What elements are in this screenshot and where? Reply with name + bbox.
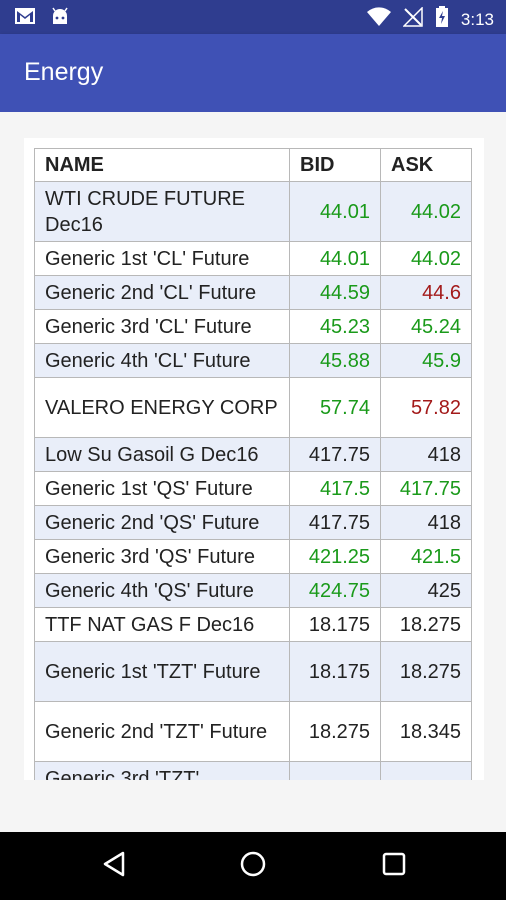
table-row[interactable]: Generic 3rd 'CL' Future 45.23 45.24: [34, 309, 472, 344]
row-name: WTI CRUDE FUTURE Dec16: [34, 181, 290, 242]
row-bid: 18.175: [289, 641, 381, 702]
navigation-bar: [0, 832, 506, 900]
row-name: Generic 1st 'CL' Future: [34, 241, 290, 276]
row-name: Generic 2nd 'QS' Future: [34, 505, 290, 540]
row-bid: 18.175: [289, 607, 381, 642]
row-ask: 45.9: [380, 343, 472, 378]
row-name: Generic 3rd 'CL' Future: [34, 309, 290, 344]
row-ask: [380, 761, 472, 780]
home-button[interactable]: [236, 849, 270, 883]
back-button[interactable]: [97, 849, 131, 883]
row-ask: 418: [380, 505, 472, 540]
gmail-icon: [14, 7, 36, 30]
status-bar: 3:13: [0, 0, 506, 34]
table-row[interactable]: Low Su Gasoil G Dec16 417.75 418: [34, 437, 472, 472]
row-name: Generic 3rd 'TZT': [34, 761, 290, 780]
row-name: TTF NAT GAS F Dec16: [34, 607, 290, 642]
row-name: Generic 1st 'QS' Future: [34, 471, 290, 506]
row-bid: 18.275: [289, 701, 381, 762]
table-card: NAME BID ASK WTI CRUDE FUTURE Dec16 44.0…: [24, 138, 484, 780]
row-bid: 417.75: [289, 437, 381, 472]
home-icon: [239, 850, 267, 883]
wifi-icon: [366, 7, 391, 32]
row-name: Generic 2nd 'CL' Future: [34, 275, 290, 310]
row-bid: 44.01: [289, 181, 381, 242]
table-row[interactable]: Generic 3rd 'TZT': [34, 761, 472, 780]
row-name: Generic 1st 'TZT' Future: [34, 641, 290, 702]
row-ask: 425: [380, 573, 472, 608]
clock: 3:13: [460, 9, 494, 29]
table-row[interactable]: Generic 3rd 'QS' Future 421.25 421.5: [34, 539, 472, 574]
table-row[interactable]: Generic 2nd 'CL' Future 44.59 44.6: [34, 275, 472, 310]
row-name: Generic 2nd 'TZT' Future: [34, 701, 290, 762]
table-row[interactable]: Generic 1st 'CL' Future 44.01 44.02: [34, 241, 472, 276]
recents-button[interactable]: [377, 849, 411, 883]
table-row[interactable]: VALERO ENERGY CORP 57.74 57.82: [34, 377, 472, 438]
row-name: Generic 4th 'QS' Future: [34, 573, 290, 608]
header-bid: BID: [289, 148, 381, 182]
row-ask: 18.275: [380, 607, 472, 642]
header-name: NAME: [34, 148, 290, 182]
android-icon: [50, 7, 70, 30]
table-row[interactable]: Generic 2nd 'QS' Future 417.75 418: [34, 505, 472, 540]
no-signal-icon: [402, 6, 423, 32]
row-bid: 57.74: [289, 377, 381, 438]
row-name: Low Su Gasoil G Dec16: [34, 437, 290, 472]
row-ask: 18.345: [380, 701, 472, 762]
recents-icon: [381, 851, 407, 882]
row-ask: 44.6: [380, 275, 472, 310]
row-ask: 44.02: [380, 241, 472, 276]
quotes-table: NAME BID ASK WTI CRUDE FUTURE Dec16 44.0…: [34, 148, 472, 780]
row-name: Generic 3rd 'QS' Future: [34, 539, 290, 574]
table-row[interactable]: WTI CRUDE FUTURE Dec16 44.01 44.02: [34, 181, 472, 242]
row-ask: 44.02: [380, 181, 472, 242]
row-bid: 417.5: [289, 471, 381, 506]
row-bid: 45.23: [289, 309, 381, 344]
row-bid: 44.59: [289, 275, 381, 310]
table-row[interactable]: Generic 4th 'QS' Future 424.75 425: [34, 573, 472, 608]
row-ask: 57.82: [380, 377, 472, 438]
row-bid: [289, 761, 381, 780]
table-scroll[interactable]: NAME BID ASK WTI CRUDE FUTURE Dec16 44.0…: [34, 148, 474, 780]
row-ask: 45.24: [380, 309, 472, 344]
row-bid: 421.25: [289, 539, 381, 574]
header-ask: ASK: [380, 148, 472, 182]
row-bid: 417.75: [289, 505, 381, 540]
back-icon: [101, 850, 127, 883]
table-row[interactable]: TTF NAT GAS F Dec16 18.175 18.275: [34, 607, 472, 642]
table-row[interactable]: Generic 1st 'TZT' Future 18.175 18.275: [34, 641, 472, 702]
table-row[interactable]: Generic 2nd 'TZT' Future 18.275 18.345: [34, 701, 472, 762]
table-header-row: NAME BID ASK: [34, 148, 472, 182]
app-bar: Energy: [0, 34, 506, 112]
row-ask: 421.5: [380, 539, 472, 574]
page-title: Energy: [24, 58, 104, 86]
row-ask: 418: [380, 437, 472, 472]
row-name: VALERO ENERGY CORP: [34, 377, 290, 438]
row-bid: 424.75: [289, 573, 381, 608]
table-row[interactable]: Generic 1st 'QS' Future 417.5 417.75: [34, 471, 472, 506]
content-area[interactable]: NAME BID ASK WTI CRUDE FUTURE Dec16 44.0…: [0, 112, 506, 832]
table-row[interactable]: Generic 4th 'CL' Future 45.88 45.9: [34, 343, 472, 378]
row-ask: 18.275: [380, 641, 472, 702]
battery-charging-icon: [435, 6, 449, 33]
row-bid: 44.01: [289, 241, 381, 276]
row-name: Generic 4th 'CL' Future: [34, 343, 290, 378]
row-ask: 417.75: [380, 471, 472, 506]
row-bid: 45.88: [289, 343, 381, 378]
